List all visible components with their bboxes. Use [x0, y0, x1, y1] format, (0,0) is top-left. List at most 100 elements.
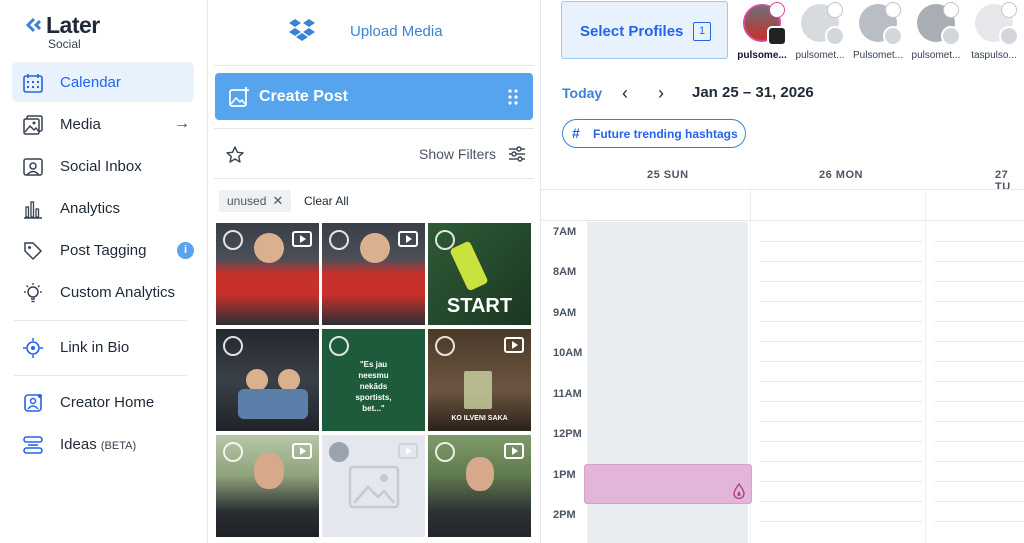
dropbox-icon — [289, 19, 315, 41]
arrow-right-icon: → — [174, 115, 190, 132]
sidebar-item-label: Analytics — [60, 200, 121, 217]
media-tile-placeholder[interactable] — [322, 435, 425, 537]
sidebar-item-label: Media — [60, 116, 101, 133]
show-filters-button[interactable]: Show Filters — [419, 146, 496, 162]
profile-name: pulsomet... — [795, 50, 845, 61]
media-tile[interactable]: KO ILVENI SAKA — [428, 329, 531, 431]
today-button[interactable]: Today — [562, 85, 602, 101]
media-tile[interactable] — [428, 435, 531, 537]
chevron-right-icon[interactable]: › — [658, 83, 664, 104]
select-circle-icon[interactable] — [223, 230, 243, 250]
later-logo-icon — [26, 17, 42, 33]
tiktok-icon — [941, 26, 961, 46]
tag-icon — [24, 242, 43, 261]
creator-home-icon — [24, 394, 42, 412]
sidebar-item-social-inbox[interactable]: Social Inbox — [12, 146, 194, 186]
select-circle-icon[interactable] — [223, 336, 243, 356]
video-icon — [292, 231, 312, 247]
upload-media-button[interactable]: Upload Media — [208, 0, 541, 64]
upload-media-label: Upload Media — [350, 23, 443, 40]
profile-facebook[interactable]: pulsomet... — [791, 2, 849, 64]
date-range: Jan 25 – 31, 2026 — [692, 84, 814, 101]
profile-youtube[interactable]: taspulso... — [965, 2, 1023, 64]
hour-label: 1PM — [553, 469, 576, 481]
media-tile[interactable] — [216, 223, 319, 325]
sidebar-item-custom-analytics[interactable]: Custom Analytics — [12, 272, 194, 312]
info-icon[interactable]: i — [177, 242, 194, 259]
divider — [214, 128, 534, 129]
day-header: 25 SUN — [647, 169, 689, 181]
profile-twitter[interactable]: Pulsomet... — [849, 2, 907, 64]
facebook-icon — [825, 26, 845, 46]
image-placeholder-icon — [348, 465, 400, 509]
select-circle-icon[interactable] — [329, 230, 349, 250]
select-circle-icon[interactable] — [329, 442, 349, 462]
select-circle-icon[interactable] — [223, 442, 243, 462]
profile-name: pulsomet... — [911, 50, 961, 61]
twitter-icon — [883, 26, 903, 46]
hour-label: 9AM — [553, 307, 577, 319]
sidebar-item-label: Calendar — [60, 74, 121, 91]
inbox-icon — [23, 158, 43, 176]
tile-quote: "Es jau neesmu nekāds sportists, bet..." — [355, 360, 392, 413]
select-circle-icon[interactable] — [329, 336, 349, 356]
close-icon[interactable]: ✕ — [272, 193, 283, 208]
select-circle-icon[interactable] — [435, 336, 455, 356]
sidebar-item-post-tagging[interactable]: Post Tagging i — [12, 230, 194, 270]
profile-tiktok[interactable]: pulsomet... — [907, 2, 965, 64]
sidebar-item-label: Post Tagging — [60, 242, 147, 259]
select-profiles-button[interactable]: Select Profiles 1 — [561, 1, 728, 59]
profile-name: pulsome... — [737, 50, 787, 61]
select-circle-icon[interactable] — [435, 230, 455, 250]
add-image-icon — [229, 87, 249, 107]
scheduled-post-event[interactable] — [584, 464, 752, 504]
divider — [214, 178, 534, 179]
hour-label: 12PM — [553, 428, 582, 440]
sidebar-item-label: Ideas (BETA) — [60, 436, 137, 453]
profile-name: taspulso... — [971, 50, 1017, 61]
sidebar-item-calendar[interactable]: Calendar — [12, 62, 194, 102]
sidebar-divider — [14, 320, 187, 321]
filter-chip-unused[interactable]: unused ✕ — [219, 190, 292, 212]
sidebar-divider — [14, 375, 187, 376]
star-icon[interactable] — [225, 145, 245, 165]
media-tile[interactable]: "Es jau neesmu nekāds sportists, bet..." — [322, 329, 425, 431]
sidebar-item-creator-home[interactable]: Creator Home — [12, 382, 194, 422]
media-tile[interactable]: START — [428, 223, 531, 325]
drag-handle-icon[interactable] — [507, 88, 519, 106]
future-trending-hashtags-button[interactable]: # Future trending hashtags — [562, 119, 746, 148]
check-icon — [1001, 2, 1017, 18]
sidebar-item-analytics[interactable]: Analytics — [12, 188, 194, 228]
brand-sub: Social — [48, 37, 81, 51]
hour-label: 10AM — [553, 347, 583, 359]
check-icon — [769, 2, 785, 18]
sidebar-item-media[interactable]: Media → — [12, 104, 194, 144]
check-icon — [885, 2, 901, 18]
hashtags-label: Future trending hashtags — [593, 127, 738, 141]
check-icon — [827, 2, 843, 18]
chevron-left-icon[interactable]: ‹ — [622, 83, 628, 104]
selected-count-badge: 1 — [693, 22, 711, 41]
profile-instagram[interactable]: pulsome... — [733, 2, 791, 64]
youtube-icon — [999, 26, 1019, 46]
media-icon — [23, 115, 43, 135]
clear-all-button[interactable]: Clear All — [304, 194, 349, 208]
media-tile[interactable] — [216, 435, 319, 537]
calendar-panel: Select Profiles 1 pulsome... pulsomet...… — [541, 0, 1024, 543]
divider — [214, 65, 534, 66]
divider — [541, 220, 1024, 221]
sidebar-item-ideas[interactable]: Ideas (BETA) — [12, 424, 194, 464]
sidebar-item-link-in-bio[interactable]: Link in Bio — [12, 327, 194, 367]
tile-caption: KO ILVENI SAKA — [451, 415, 508, 422]
media-tile[interactable] — [216, 329, 319, 431]
sidebar-item-label: Creator Home — [60, 394, 155, 411]
hour-label: 7AM — [553, 226, 577, 238]
select-circle-icon[interactable] — [435, 442, 455, 462]
filter-sliders-icon[interactable] — [508, 145, 526, 163]
create-post-button[interactable]: Create Post — [215, 73, 533, 120]
beta-badge: (BETA) — [100, 440, 137, 452]
brand-name: Later — [46, 12, 100, 38]
sidebar-item-label: Link in Bio — [60, 339, 130, 356]
tile-caption: START — [446, 295, 513, 317]
media-tile[interactable] — [322, 223, 425, 325]
